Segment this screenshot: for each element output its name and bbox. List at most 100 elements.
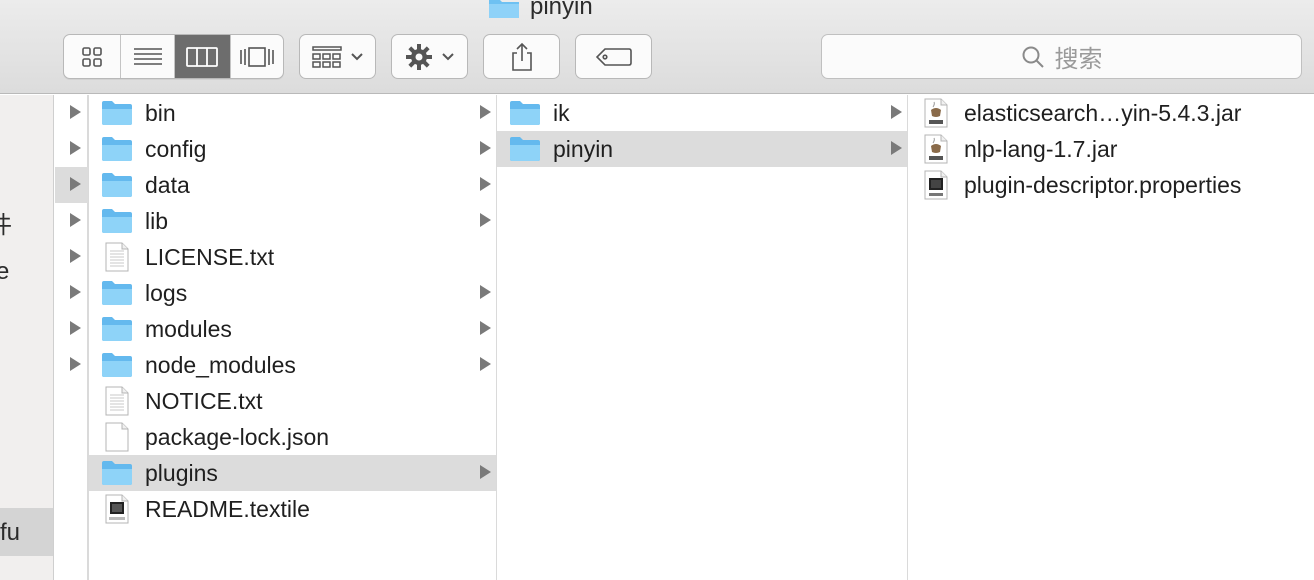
folder-icon (488, 0, 520, 19)
disclosure-arrow-icon (480, 285, 491, 299)
folder-icon (101, 206, 133, 236)
disclosure-arrow-icon (891, 105, 902, 119)
folder-icon (101, 314, 133, 344)
item-name: bin (145, 99, 176, 126)
folder-row[interactable]: modules (89, 311, 496, 347)
folder-row[interactable]: lib (89, 203, 496, 239)
item-name: nlp-lang-1.7.jar (964, 135, 1118, 162)
sidebar: 件 e fu (0, 95, 54, 580)
folder-row[interactable]: pinyin (497, 131, 907, 167)
disclosure-arrow-icon[interactable] (70, 141, 81, 155)
folder-row[interactable]: logs (89, 275, 496, 311)
file-row[interactable]: elasticsearch…yin-5.4.3.jar (908, 95, 1314, 131)
column-plugins: ik pinyin (497, 95, 908, 580)
sidebar-selected-item[interactable]: fu (0, 508, 53, 556)
view-mode-control (63, 34, 284, 79)
item-name: config (145, 135, 207, 162)
disclosure-arrow-icon[interactable] (70, 249, 81, 263)
jar-file-icon (920, 134, 952, 164)
item-name: pinyin (553, 135, 614, 162)
icon-view-button[interactable] (64, 35, 122, 78)
file-row[interactable]: plugin-descriptor.properties (908, 167, 1314, 203)
action-button[interactable] (391, 34, 468, 79)
java-properties-icon (920, 170, 952, 200)
folder-row[interactable]: ik (497, 95, 907, 131)
share-icon (511, 42, 532, 71)
share-button[interactable] (483, 34, 560, 79)
folder-row[interactable]: config (89, 131, 496, 167)
parent-column (55, 95, 88, 580)
list-view-icon (133, 47, 162, 65)
blank-file-icon (101, 422, 133, 452)
item-name: data (145, 171, 190, 198)
item-name: logs (145, 279, 188, 306)
disclosure-arrow-icon (480, 321, 491, 335)
search-icon (1022, 46, 1044, 68)
text-file-icon (101, 386, 133, 416)
disclosure-arrow-icon (891, 141, 902, 155)
column-view-button[interactable] (175, 35, 231, 78)
sidebar-item-label[interactable]: e (0, 258, 9, 286)
folder-icon (101, 170, 133, 200)
disclosure-arrow-icon (480, 105, 491, 119)
disclosure-arrow-icon (480, 357, 491, 371)
file-row[interactable]: nlp-lang-1.7.jar (908, 131, 1314, 167)
folder-icon (101, 98, 133, 128)
item-name: NOTICE.txt (145, 387, 263, 414)
disclosure-arrow-icon[interactable] (70, 321, 81, 335)
gear-icon (405, 43, 432, 70)
folder-icon (509, 134, 541, 164)
column-view-icon (186, 46, 219, 67)
list-view-button[interactable] (121, 35, 175, 78)
search-placeholder: 搜索 (1054, 46, 1103, 73)
item-name: modules (145, 315, 232, 342)
folder-row[interactable]: node_modules (89, 347, 496, 383)
disclosure-arrow-icon[interactable] (70, 357, 81, 371)
cover-flow-icon (239, 46, 274, 67)
disclosure-arrow-icon (480, 213, 491, 227)
jar-file-icon (920, 98, 952, 128)
text-file-icon (101, 242, 133, 272)
column-elasticsearch: bin config data lib LICENSE.txt logs modules no… (88, 95, 497, 580)
folder-row[interactable]: bin (89, 95, 496, 131)
disclosure-arrow-icon[interactable] (70, 213, 81, 227)
arrange-icon (311, 45, 342, 68)
tag-button[interactable] (575, 34, 652, 79)
item-name: README.textile (145, 495, 310, 522)
folder-icon (101, 278, 133, 308)
column-pinyin: elasticsearch…yin-5.4.3.jar nlp-lang-1.7.… (908, 95, 1314, 580)
sidebar-item-label[interactable]: 件 (0, 205, 12, 240)
folder-icon (101, 458, 133, 488)
folder-row[interactable]: data (89, 167, 496, 203)
file-row[interactable]: NOTICE.txt (89, 383, 496, 419)
disclosure-arrow-icon (480, 465, 491, 479)
toolbar: pinyin 搜索 (0, 0, 1314, 94)
folder-icon (101, 134, 133, 164)
disclosure-arrow-icon (480, 141, 491, 155)
item-name: elasticsearch…yin-5.4.3.jar (964, 99, 1242, 126)
item-name: lib (145, 207, 169, 234)
arrange-button[interactable] (299, 34, 376, 79)
window-title-text: pinyin (530, 0, 593, 20)
item-name: plugins (145, 459, 218, 486)
item-name: ik (553, 99, 570, 126)
disclosure-arrow-icon[interactable] (70, 177, 81, 191)
chevron-down-icon (441, 52, 454, 60)
file-row[interactable]: package-lock.json (89, 419, 496, 455)
disclosure-arrow-icon (480, 177, 491, 191)
disclosure-arrow-icon[interactable] (70, 285, 81, 299)
folder-row[interactable]: plugins (89, 455, 496, 491)
item-name: LICENSE.txt (145, 243, 275, 270)
chevron-down-icon (350, 52, 363, 60)
cover-flow-view-button[interactable] (231, 35, 284, 78)
textile-file-icon (101, 494, 133, 524)
file-row[interactable]: LICENSE.txt (89, 239, 496, 275)
folder-icon (509, 98, 541, 128)
file-row[interactable]: README.textile (89, 491, 496, 527)
window-title: pinyin (488, 0, 593, 22)
search-field[interactable]: 搜索 (821, 34, 1302, 79)
tag-icon (595, 47, 632, 66)
disclosure-arrow-icon[interactable] (70, 105, 81, 119)
sidebar-item-label: fu (0, 519, 21, 546)
folder-icon (101, 350, 133, 380)
